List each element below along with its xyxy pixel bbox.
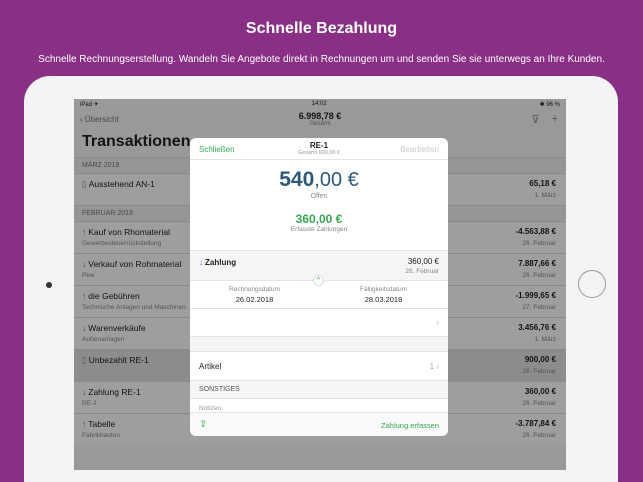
open-int: 540 [279,168,315,191]
articles-count: 1 [429,362,435,371]
chevron-up-icon[interactable]: ^ [313,275,324,286]
invoice-date-label: Rechnungsdatum [229,286,280,293]
promo-subline: Schnelle Rechnungserstellung. Wandeln Si… [38,54,605,65]
invoice-modal: Schließen RE-1 Gesamt 900,00 € Bearbeite… [190,138,448,436]
paid-amount: 360,00 € Erfasste Zahlungen [190,200,448,250]
paid-dec: ,00 € [315,212,343,226]
due-date[interactable]: Fälligkeitsdatum 28.03.2018 [319,281,448,308]
articles-row[interactable]: Artikel 1 › [190,351,448,380]
open-label: Offen [310,193,328,200]
paid-int: 360 [295,212,316,226]
section-spacer [190,336,448,351]
due-date-label: Fälligkeitsdatum [360,286,407,293]
articles-label: Artikel [199,362,222,371]
due-date-value: 28.03.2018 [364,295,403,304]
payment-amount: 360,00 € [407,257,439,266]
other-section-header: SONSTIGES [190,380,448,398]
open-amount: 540,00 € Offen [190,160,448,200]
date-row: ^ Rechnungsdatum 26.02.2018 Fälligkeitsd… [190,275,448,308]
customer-row[interactable]: › [190,308,448,336]
edit-button[interactable]: Bearbeiten [400,145,439,154]
capture-payment-button[interactable]: Zahlung erfassen [381,421,439,430]
arrow-down-icon: ↓ [199,258,203,267]
chevron-right-icon: › [436,362,439,371]
share-icon[interactable]: ⇪ [199,419,207,430]
home-button[interactable] [578,270,606,298]
camera-dot [46,282,52,288]
open-dec: ,00 € [314,169,359,191]
paid-label: Erfasste Zahlungen [290,226,348,233]
invoice-date[interactable]: Rechnungsdatum 26.02.2018 [190,281,319,308]
payment-label: Zahlung [205,258,237,267]
modal-header: Schließen RE-1 Gesamt 900,00 € Bearbeite… [190,138,448,160]
payment-date: 26. Februar [405,268,439,275]
promo-headline: Schnelle Bezahlung [245,20,398,37]
modal-footer: ⇪ Zahlung erfassen [190,412,448,436]
chevron-right-icon: › [436,317,439,327]
invoice-date-value: 26.02.2018 [235,295,274,304]
